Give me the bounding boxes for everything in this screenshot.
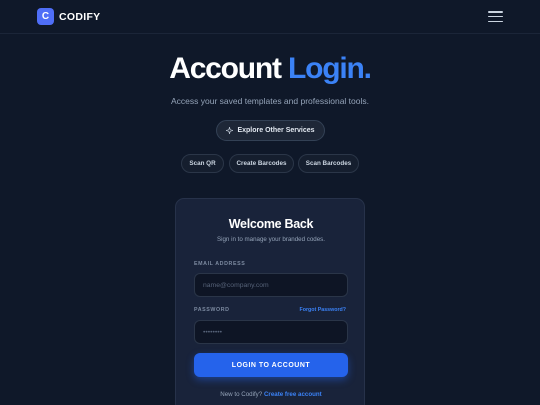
page-subtitle: Access your saved templates and professi… <box>171 96 369 106</box>
scan-barcodes-button[interactable]: Scan Barcodes <box>298 154 359 173</box>
login-card-title: Welcome Back <box>228 217 314 231</box>
login-button[interactable]: LOGIN TO ACCOUNT <box>194 353 348 377</box>
email-label: EMAIL ADDRESS <box>194 261 246 267</box>
menu-line <box>488 11 503 13</box>
forgot-password-link[interactable]: Forgot Password? <box>300 307 347 313</box>
brand-logo[interactable]: C CODIFY <box>37 8 100 25</box>
explore-services-label: Explore Other Services <box>237 127 315 134</box>
hamburger-menu-icon[interactable] <box>488 11 503 22</box>
email-field[interactable] <box>194 273 348 297</box>
menu-line <box>488 20 503 22</box>
login-card-subtitle: Sign in to manage your branded codes. <box>216 236 325 243</box>
title-accent: Login. <box>287 52 372 85</box>
logo-mark-icon: C <box>37 8 54 25</box>
title-main: Account <box>169 52 282 85</box>
explore-services-button[interactable]: Explore Other Services <box>216 120 325 141</box>
top-navigation-bar: C CODIFY <box>0 0 540 34</box>
brand-name: CODIFY <box>59 10 101 23</box>
login-card: Welcome Back Sign in to manage your bran… <box>175 198 365 405</box>
create-account-link[interactable]: Create free account <box>264 391 322 398</box>
signup-prompt: New to Codify? Create free account <box>176 391 366 398</box>
page-title: Account Login. <box>0 52 540 86</box>
menu-line <box>488 15 503 18</box>
create-barcodes-button[interactable]: Create Barcodes <box>229 154 294 173</box>
signup-prompt-text: New to Codify? <box>220 391 263 398</box>
sparkle-icon <box>226 127 234 134</box>
password-label: PASSWORD <box>194 307 230 313</box>
scan-qr-button[interactable]: Scan QR <box>181 154 224 173</box>
password-field[interactable] <box>194 320 348 344</box>
